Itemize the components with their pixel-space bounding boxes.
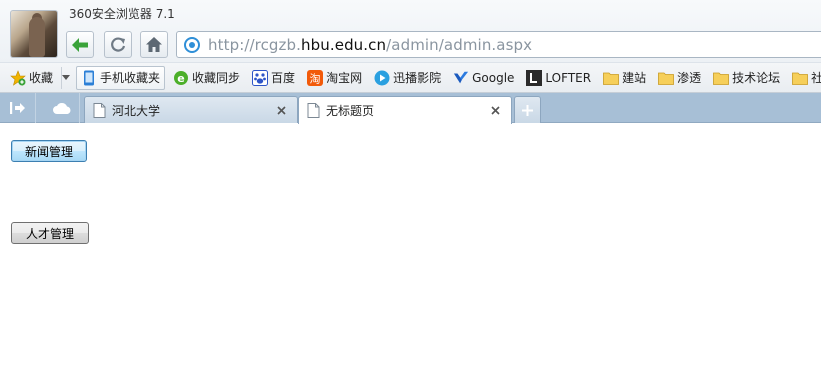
page-icon (307, 103, 320, 118)
folder-icon (603, 70, 619, 86)
url-prefix: http://rcgzb. (208, 35, 302, 54)
browser-toolbar: 360安全浏览器 7.1 http://rcgzb.hbu.edu.cn/adm… (0, 0, 821, 62)
new-tab-button[interactable] (514, 96, 541, 123)
plus-icon (522, 104, 533, 116)
close-icon (276, 105, 286, 115)
bookmark-label: 收藏同步 (192, 71, 241, 85)
folder-icon (792, 70, 809, 86)
close-icon (490, 106, 500, 115)
tab-label: 无标题页 (326, 104, 375, 118)
bookmark-folder-shentou[interactable]: 渗透 (654, 66, 705, 90)
back-arrow-icon (72, 37, 88, 52)
bookmark-favorites[interactable]: 收藏 (6, 66, 57, 90)
sidebar-toggle-icon (9, 102, 25, 114)
bookmark-label: 建站 (622, 71, 647, 85)
bookmark-label: 收藏 (29, 71, 54, 85)
google-icon (453, 70, 469, 86)
home-button[interactable] (140, 31, 168, 58)
bookmark-label: 淘宝网 (326, 71, 363, 85)
app-title: 360安全浏览器 7.1 (69, 7, 175, 21)
url-path: /admin/admin.aspx (386, 35, 533, 54)
tab-bar: 河北大学 无标题页 (0, 93, 821, 124)
cloud-button[interactable] (44, 93, 80, 123)
bookmark-label: 迅播影院 (393, 71, 442, 85)
bookmark-label: Google (472, 70, 515, 85)
bookmark-folder-forum[interactable]: 技术论坛 (709, 66, 784, 90)
chevron-down-icon (62, 75, 71, 80)
bookmark-folder-shegong[interactable]: 社工 (788, 66, 821, 90)
lofter-icon (526, 69, 543, 86)
bookmark-google[interactable]: Google (449, 66, 518, 90)
page-content: 新闻管理 人才管理 (0, 124, 821, 392)
bookmark-label: 社工 (811, 71, 821, 85)
back-button[interactable] (66, 31, 94, 58)
bookmark-lofter[interactable]: LOFTER (522, 66, 595, 90)
tab-close-button[interactable] (487, 103, 503, 119)
cloud-icon (52, 102, 70, 114)
address-bar[interactable]: http://rcgzb.hbu.edu.cn/admin/admin.aspx (176, 31, 821, 58)
bookmark-label: 百度 (271, 71, 296, 85)
tab-hebei-university[interactable]: 河北大学 (84, 96, 298, 123)
taobao-icon: 淘 (307, 69, 324, 86)
url-text[interactable]: http://rcgzb.hbu.edu.cn/admin/admin.aspx (208, 36, 532, 54)
folder-icon (658, 70, 674, 86)
bookmark-folder-jianzhan[interactable]: 建站 (599, 66, 650, 90)
bookmark-mobile-favorites[interactable]: 手机收藏夹 (76, 65, 166, 90)
folder-icon (713, 70, 730, 86)
bookmark-label: LOFTER (545, 70, 592, 85)
svg-text:e: e (177, 72, 184, 85)
favorites-dropdown[interactable] (61, 66, 71, 89)
tab-untitled-page[interactable]: 无标题页 (298, 96, 512, 124)
bookmark-baidu[interactable]: 百度 (248, 66, 299, 90)
phone-icon (81, 70, 97, 86)
bookmarks-bar: 收藏 手机收藏夹 e 收藏同步 百度 淘 淘宝网 迅播影院 Google LOF… (0, 62, 821, 93)
bookmark-sync[interactable]: e 收藏同步 (169, 66, 244, 90)
bookmark-xunbo[interactable]: 迅播影院 (370, 66, 445, 90)
tab-label: 河北大学 (112, 103, 161, 118)
svg-text:淘: 淘 (310, 72, 321, 85)
refresh-icon (111, 36, 126, 52)
bookmark-taobao[interactable]: 淘 淘宝网 (303, 66, 366, 90)
news-management-button[interactable]: 新闻管理 (11, 140, 87, 162)
home-icon (146, 37, 162, 52)
site-security-icon (181, 34, 203, 56)
play-icon (374, 70, 390, 86)
sidebar-toggle-button[interactable] (0, 93, 36, 123)
tab-close-button[interactable] (273, 102, 289, 118)
refresh-button[interactable] (104, 31, 132, 58)
talent-management-button[interactable]: 人才管理 (11, 222, 89, 244)
baidu-paw-icon (252, 69, 269, 86)
user-avatar[interactable] (10, 10, 58, 58)
bookmark-label: 手机收藏夹 (100, 71, 161, 85)
bookmark-label: 技术论坛 (732, 71, 781, 85)
star-add-icon (10, 69, 26, 86)
sync-e-icon: e (173, 70, 189, 86)
bookmark-label: 渗透 (677, 71, 702, 85)
url-domain: hbu.edu.cn (301, 35, 387, 54)
page-icon (93, 102, 106, 118)
